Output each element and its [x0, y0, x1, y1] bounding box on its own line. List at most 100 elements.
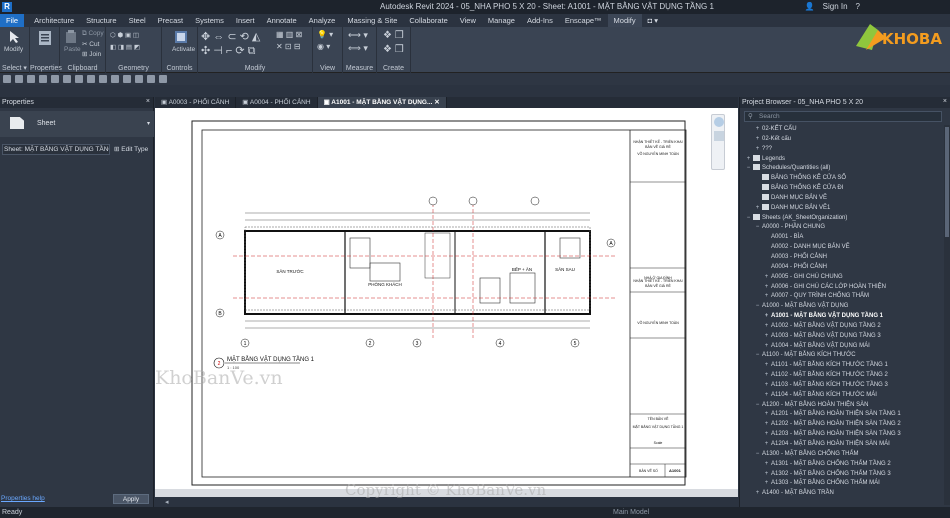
create-assembly-icon[interactable]: ❖ ❒	[383, 30, 404, 41]
customize-qat-icon[interactable]	[159, 75, 167, 83]
browser-tree-item[interactable]: − A1300 - MẶT BẰNG CHỐNG THẤM	[740, 450, 945, 460]
tab-file[interactable]: File	[0, 14, 25, 27]
tab-systems[interactable]: Systems	[189, 14, 230, 27]
expand-icon[interactable]: +	[762, 332, 771, 342]
activate-icon[interactable]	[174, 30, 188, 44]
browser-tree-item[interactable]: A0003 - PHỐI CẢNH	[740, 253, 945, 263]
expand-icon[interactable]: +	[753, 145, 762, 155]
scroll-left-icon[interactable]: ◂	[165, 498, 169, 506]
redo-icon[interactable]	[51, 75, 59, 83]
expand-icon[interactable]: +	[762, 479, 771, 489]
chevron-down-icon[interactable]: ▾	[147, 120, 150, 127]
measure-icon[interactable]: ⟷ ▾	[348, 30, 368, 41]
view-graphics-icons[interactable]: 💡 ▾	[317, 30, 333, 39]
geometry-tools-icon[interactable]: ⬡ ⬢ ▣ ◫	[110, 31, 139, 39]
browser-tree-item[interactable]: +02-KẾT CẤU	[740, 125, 945, 135]
tab-steel[interactable]: Steel	[123, 14, 152, 27]
collapse-icon[interactable]: −	[744, 164, 753, 174]
save-icon[interactable]	[15, 75, 23, 83]
dimension-icon[interactable]: ⟺ ▾	[348, 43, 368, 54]
3d-view-icon[interactable]	[99, 75, 107, 83]
help-icon[interactable]: ?	[856, 2, 860, 11]
doc-tab[interactable]: ▣ A0003 - PHỐI CẢNH	[155, 97, 237, 108]
modify-button[interactable]: Modify	[4, 46, 23, 53]
expand-icon[interactable]: +	[762, 410, 771, 420]
browser-tree-item[interactable]: BẢNG THỐNG KÊ CỬA ĐI	[740, 184, 945, 194]
browser-tree-item[interactable]: − A1000 - MẶT BẰNG VẬT DỤNG	[740, 302, 945, 312]
revit-app-icon[interactable]: R	[2, 2, 12, 12]
collapse-icon[interactable]: −	[753, 223, 762, 233]
tab-manage[interactable]: Manage	[482, 14, 521, 27]
browser-tree-item[interactable]: − A1100 - MẶT BẰNG KÍCH THƯỚC	[740, 351, 945, 361]
expand-icon[interactable]: +	[762, 470, 771, 480]
expand-icon[interactable]: +	[762, 371, 771, 381]
activate-button[interactable]: Activate	[172, 46, 195, 53]
browser-tree-item[interactable]: + A1400 - MẶT BẰNG TRẦN	[740, 489, 945, 499]
tab-view[interactable]: View	[454, 14, 482, 27]
copy-mirror-icons[interactable]: ✣ ⊣ ⌐ ⟳ ⧉	[201, 44, 256, 58]
browser-tree-item[interactable]: + Legends	[740, 154, 945, 165]
print-icon[interactable]	[63, 75, 71, 83]
expand-icon[interactable]: +	[762, 273, 771, 283]
expand-icon[interactable]: +	[762, 342, 771, 352]
undo-icon[interactable]	[39, 75, 47, 83]
browser-tree-item[interactable]: + A1302 - MẶT BẰNG CHỐNG THẤM TẦNG 3	[740, 470, 945, 480]
tab-annotate[interactable]: Annotate	[261, 14, 303, 27]
scrollbar-thumb[interactable]	[945, 127, 949, 237]
sign-in-link[interactable]: Sign In	[823, 2, 848, 11]
join-button[interactable]: ⊞ Join	[82, 50, 101, 58]
browser-tree-item[interactable]: + A1301 - MẶT BẰNG CHỐNG THẤM TẦNG 2	[740, 460, 945, 470]
browser-tree-item[interactable]: + A1101 - MẶT BẰNG KÍCH THƯỚC TẦNG 1	[740, 361, 945, 371]
sync-icon[interactable]	[27, 75, 35, 83]
close-hidden-icon[interactable]	[135, 75, 143, 83]
tab-modify[interactable]: Modify	[607, 14, 642, 27]
browser-tree-item[interactable]: + A1303 - MẶT BẰNG CHỐNG THẤM MÁI	[740, 479, 945, 489]
tab-add-ins[interactable]: Add-Ins	[521, 14, 559, 27]
select-dropdown[interactable]: Select ▾	[0, 64, 29, 72]
modify-cursor-icon[interactable]	[9, 30, 21, 44]
cut-button[interactable]: ✂ Cut	[82, 40, 99, 48]
browser-tree-item[interactable]: + A1201 - MẶT BẰNG HOÀN THIỆN SÀN TẦNG 1	[740, 410, 945, 420]
browser-tree-item[interactable]: + A1001 - MẶT BẰNG VẬT DỤNG TẦNG 1	[740, 312, 945, 322]
browser-tree-item[interactable]: A0002 - DANH MỤC BẢN VẼ	[740, 243, 945, 253]
paste-button[interactable]: Paste	[64, 46, 81, 53]
browser-tree-item[interactable]: − A1200 - MẶT BẰNG HOÀN THIỆN SÀN	[740, 401, 945, 411]
navigation-bar[interactable]	[711, 114, 725, 170]
collapse-icon[interactable]: −	[744, 214, 753, 224]
browser-tree-item[interactable]: DANH MỤC BẢN VẼ	[740, 193, 945, 204]
tab-structure[interactable]: Structure	[80, 14, 122, 27]
expand-icon[interactable]: +	[762, 292, 771, 302]
collapse-icon[interactable]: −	[753, 450, 762, 460]
tab-architecture[interactable]: Architecture	[28, 14, 80, 27]
browser-tree-item[interactable]: + DANH MỤC BẢN VẼ1	[740, 203, 945, 214]
expand-icon[interactable]: +	[762, 381, 771, 391]
expand-icon[interactable]: +	[762, 391, 771, 401]
browser-tree-item[interactable]: +???	[740, 145, 945, 155]
collapse-icon[interactable]: −	[753, 302, 762, 312]
apply-button[interactable]: Apply	[113, 494, 149, 504]
close-icon[interactable]: ×	[943, 98, 947, 105]
browser-tree-item[interactable]: + A1204 - MẶT BẰNG HOÀN THIỆN SÀN MÁI	[740, 440, 945, 450]
section-icon[interactable]	[111, 75, 119, 83]
browser-tree-item[interactable]: + A1203 - MẶT BẰNG HOÀN THIỆN SÀN TẦNG 3	[740, 430, 945, 440]
edit-type-button[interactable]: ⊞ Edit Type	[114, 145, 148, 153]
steering-wheel-icon[interactable]	[714, 117, 724, 127]
open-icon[interactable]	[3, 75, 11, 83]
browser-tree-item[interactable]: − A0000 - PHẦN CHUNG	[740, 223, 945, 233]
expand-icon[interactable]: +	[762, 460, 771, 470]
expand-icon[interactable]: +	[744, 155, 753, 165]
browser-tree-item[interactable]: + A1104 - MẶT BẰNG KÍCH THƯỚC MÁI	[740, 391, 945, 401]
browser-tree-item[interactable]: + A1103 - MẶT BẰNG KÍCH THƯỚC TẦNG 3	[740, 381, 945, 391]
expand-icon[interactable]: +	[762, 283, 771, 293]
browser-tree-item[interactable]: + A0007 - QUY TRÌNH CHỐNG THẤM	[740, 292, 945, 302]
doc-tab-active[interactable]: ▣ A1001 - MẶT BẰNG VẬT DỤNG... ✕	[317, 97, 447, 108]
array-scale-icons[interactable]: ▦ ▥ ⊠	[276, 30, 302, 39]
text-icon[interactable]	[87, 75, 95, 83]
browser-tree-item[interactable]: +02-Kết cấu	[740, 135, 945, 145]
measure-qat-icon[interactable]	[75, 75, 83, 83]
expand-icon[interactable]: +	[753, 135, 762, 145]
switch-windows-icon[interactable]	[147, 75, 155, 83]
hide-element-icon[interactable]: ◉ ▾	[317, 42, 330, 51]
browser-tree-item[interactable]: + A0006 - GHI CHÚ CÁC LỚP HOÀN THIỆN	[740, 283, 945, 293]
move-align-icons[interactable]: ✥ ⇔ ⊂ ⟲ ◭	[201, 30, 260, 43]
